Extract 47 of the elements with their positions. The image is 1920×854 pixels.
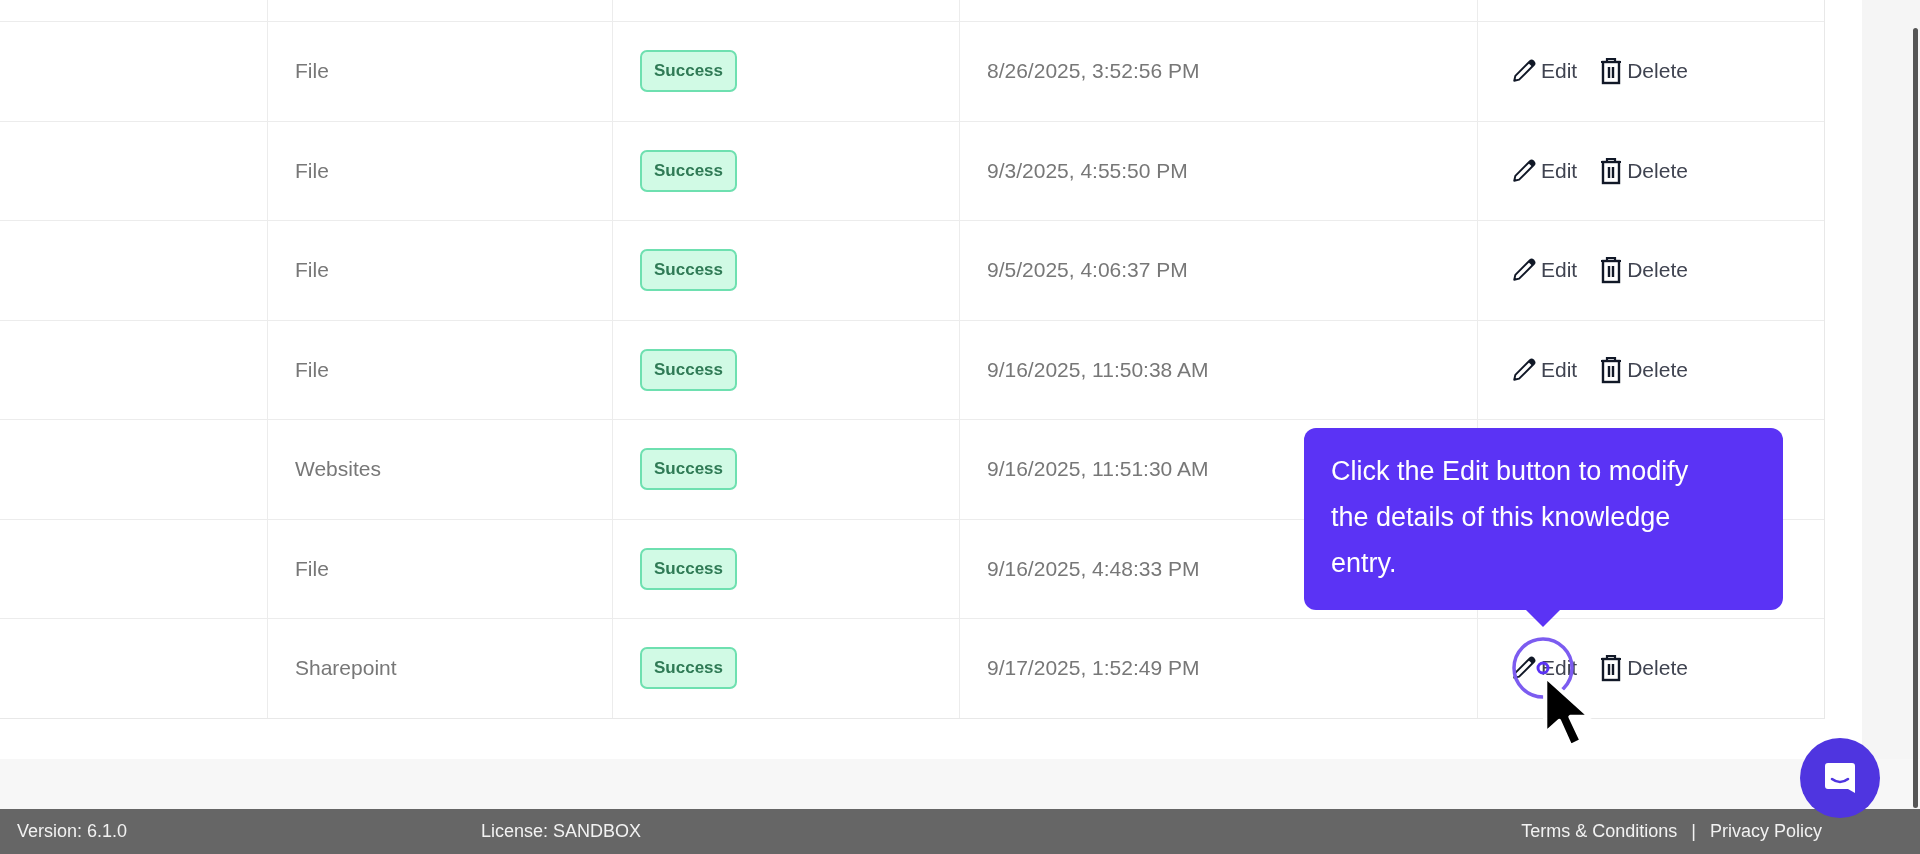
date-text: 9/3/2025, 4:55:50 PM bbox=[987, 158, 1188, 183]
trash-icon[interactable] bbox=[1599, 57, 1624, 86]
trash-icon[interactable] bbox=[1599, 256, 1624, 285]
date-text: 9/16/2025, 11:51:30 AM bbox=[987, 457, 1209, 482]
license-text: License: SANDBOX bbox=[481, 821, 642, 842]
edit-link[interactable]: Edit bbox=[1541, 158, 1578, 183]
source-type-text: Websites bbox=[295, 457, 381, 482]
source-type-text: Sharepoint bbox=[295, 656, 397, 681]
status-badge: Success bbox=[640, 647, 737, 690]
delete-link[interactable]: Delete bbox=[1627, 59, 1688, 84]
status-badge: Success bbox=[640, 448, 737, 491]
trash-icon[interactable] bbox=[1599, 156, 1624, 185]
date-text: 9/16/2025, 4:48:33 PM bbox=[987, 556, 1200, 581]
version-text: Version: 6.1.0 bbox=[17, 821, 129, 842]
delete-link[interactable]: Delete bbox=[1627, 158, 1688, 183]
status-badge: Success bbox=[640, 348, 737, 391]
date-text: 9/16/2025, 11:50:38 AM bbox=[987, 357, 1209, 382]
status-badge: Success bbox=[640, 547, 737, 590]
pencil-icon[interactable] bbox=[1511, 356, 1537, 383]
privacy-link[interactable]: Privacy Policy bbox=[1709, 821, 1822, 842]
source-type-text: File bbox=[295, 556, 329, 581]
trash-icon[interactable] bbox=[1599, 654, 1624, 683]
edit-link[interactable]: Edit bbox=[1541, 357, 1578, 382]
terms-link[interactable]: Terms & Conditions bbox=[1521, 821, 1678, 842]
date-text: 9/5/2025, 4:06:37 PM bbox=[987, 258, 1188, 283]
date-text: 9/17/2025, 1:52:49 PM bbox=[987, 656, 1200, 681]
chat-icon[interactable] bbox=[1822, 760, 1858, 796]
scrollbar[interactable] bbox=[1913, 28, 1918, 808]
source-type-text: File bbox=[295, 158, 329, 183]
edit-link[interactable]: Edit bbox=[1541, 59, 1578, 84]
pencil-icon[interactable] bbox=[1511, 257, 1537, 284]
source-type-text: File bbox=[295, 357, 329, 382]
status-badge: Success bbox=[640, 149, 737, 192]
edit-link[interactable]: Edit bbox=[1541, 258, 1578, 283]
date-text: 8/26/2025, 3:52:56 PM bbox=[987, 59, 1200, 84]
delete-link[interactable]: Delete bbox=[1627, 656, 1688, 681]
delete-link[interactable]: Delete bbox=[1627, 357, 1688, 382]
status-badge: Success bbox=[640, 249, 737, 292]
trash-icon[interactable] bbox=[1599, 355, 1624, 384]
delete-link[interactable]: Delete bbox=[1627, 258, 1688, 283]
tooltip-text: Click the Edit button to modify the details of this knowledge entry. bbox=[1331, 455, 1690, 580]
status-badge: Success bbox=[640, 50, 737, 93]
separator-text: | bbox=[1691, 821, 1696, 842]
pencil-icon[interactable] bbox=[1511, 58, 1537, 85]
source-type-text: File bbox=[295, 59, 329, 84]
source-type-text: File bbox=[295, 258, 329, 283]
pencil-icon[interactable] bbox=[1511, 157, 1537, 184]
